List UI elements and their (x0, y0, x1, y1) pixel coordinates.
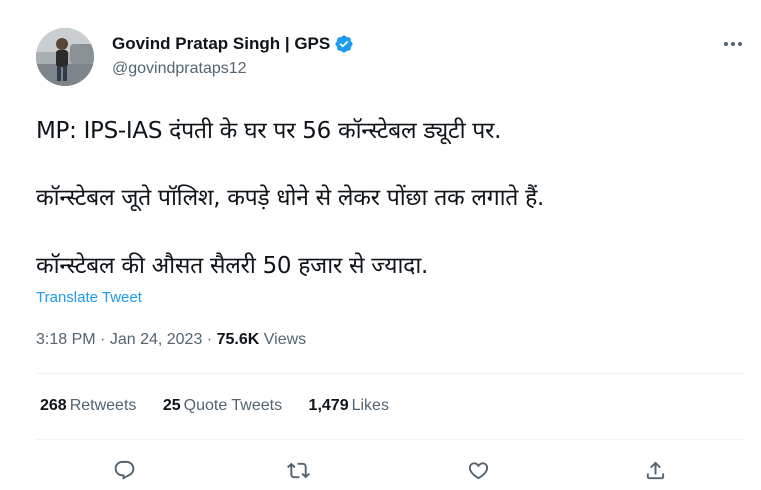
verified-badge-icon (335, 35, 353, 53)
likes-label: Likes (351, 397, 389, 414)
share-button[interactable] (640, 455, 670, 485)
quote-tweets-count: 25 (162, 397, 181, 414)
engagement-stats: 268 Retweets 25 Quote Tweets 1,479 Likes (40, 397, 411, 415)
more-options-button[interactable] (722, 36, 744, 52)
tweet-meta: 3:18 PM · Jan 24, 2023 · 75.6K Views (36, 331, 306, 349)
meta-separator: · (100, 331, 106, 348)
tweet-date[interactable]: Jan 24, 2023 (110, 331, 203, 348)
translate-tweet-link[interactable]: Translate Tweet (36, 289, 142, 306)
divider-top (36, 373, 744, 374)
avatar[interactable] (36, 28, 94, 86)
author-handle[interactable]: @govindprataps12 (112, 60, 247, 78)
likes-count: 1,479 (308, 397, 349, 414)
tweet-time[interactable]: 3:18 PM (36, 331, 96, 348)
share-icon (646, 460, 664, 479)
tweet-actions-bar (0, 455, 761, 485)
quote-tweets-label: Quote Tweets (183, 397, 283, 414)
reply-icon (114, 460, 134, 480)
like-icon (468, 461, 488, 479)
author-name[interactable]: Govind Pratap Singh | GPS (112, 34, 330, 54)
divider-bottom (36, 439, 744, 440)
views-label: Views (263, 331, 307, 348)
quote-tweets-stat[interactable]: 25 Quote Tweets (163, 397, 282, 415)
reply-button[interactable] (109, 455, 139, 485)
retweets-label: Retweets (69, 397, 137, 414)
retweet-button[interactable] (283, 455, 313, 485)
meta-separator-2: · (206, 331, 213, 348)
tweet-text-line-3: कॉन्स्टेबल की औसत सैलरी 50 हजार से ज्याद… (36, 253, 428, 279)
retweets-count: 268 (40, 397, 67, 414)
author-name-row[interactable]: Govind Pratap Singh | GPS (112, 34, 354, 54)
likes-stat[interactable]: 1,479 Likes (309, 397, 389, 415)
retweets-stat[interactable]: 268 Retweets (40, 397, 136, 415)
tweet-text-line-2: कॉन्स्टेबल जूते पॉलिश, कपड़े धोने से लेक… (36, 185, 545, 211)
more-icon (724, 42, 742, 46)
avatar-photo (36, 28, 94, 86)
tweet-text-line-1: MP: IPS-IAS दंपती के घर पर 56 कॉन्स्टेबल… (36, 118, 502, 144)
retweet-icon (286, 462, 310, 478)
like-button[interactable] (463, 455, 493, 485)
views-count: 75.6K (216, 331, 260, 348)
